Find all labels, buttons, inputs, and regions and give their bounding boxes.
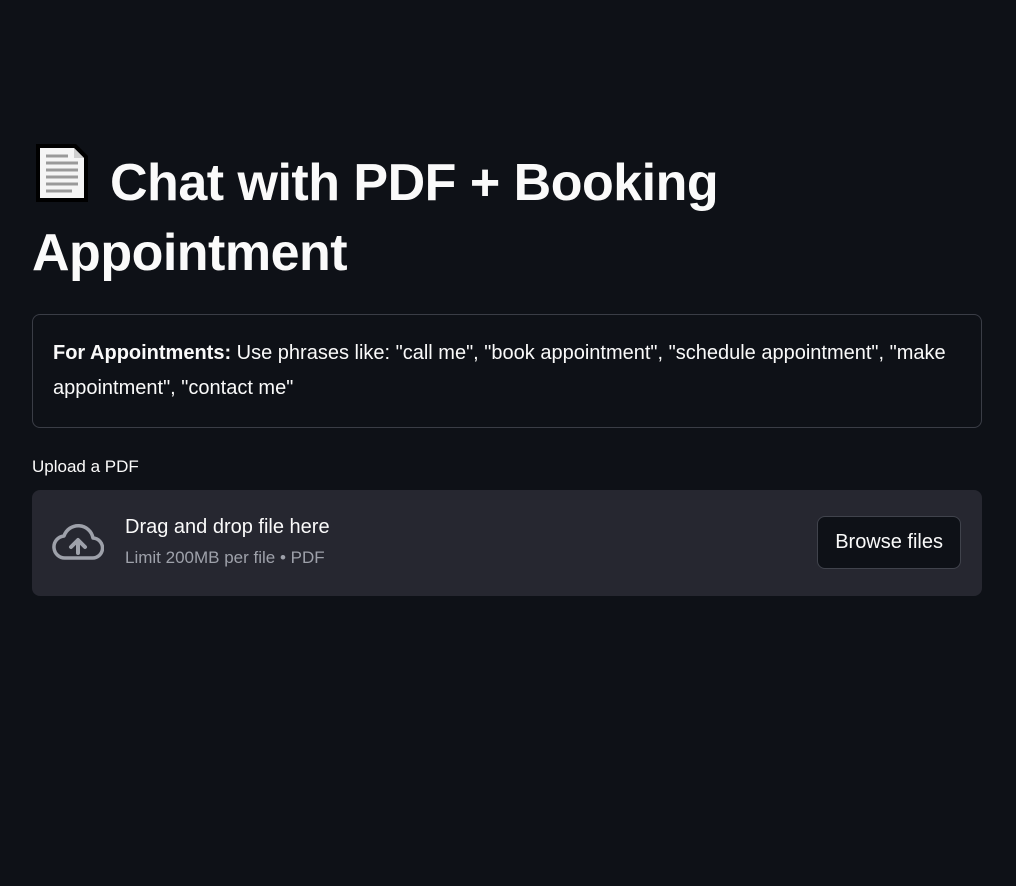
info-box: For Appointments: Use phrases like: "cal… — [32, 314, 982, 428]
browse-files-button[interactable]: Browse files — [817, 516, 961, 569]
dropzone-limit: Limit 200MB per file • PDF — [125, 548, 325, 567]
dropzone-instruction: Drag and drop file here — [125, 516, 330, 538]
upload-label: Upload a PDF — [32, 457, 139, 476]
main-content: Chat with PDF + Booking Appointment For … — [32, 140, 982, 596]
dropzone-text: Drag and drop file here Limit 200MB per … — [125, 512, 330, 570]
page-title-text: Chat with PDF + Booking Appointment — [32, 154, 719, 282]
cloud-upload-icon — [52, 522, 104, 562]
info-box-label: For Appointments: — [53, 342, 232, 364]
page-document-icon — [32, 140, 92, 206]
file-dropzone[interactable]: Drag and drop file here Limit 200MB per … — [32, 490, 982, 596]
page-title: Chat with PDF + Booking Appointment — [32, 140, 982, 288]
